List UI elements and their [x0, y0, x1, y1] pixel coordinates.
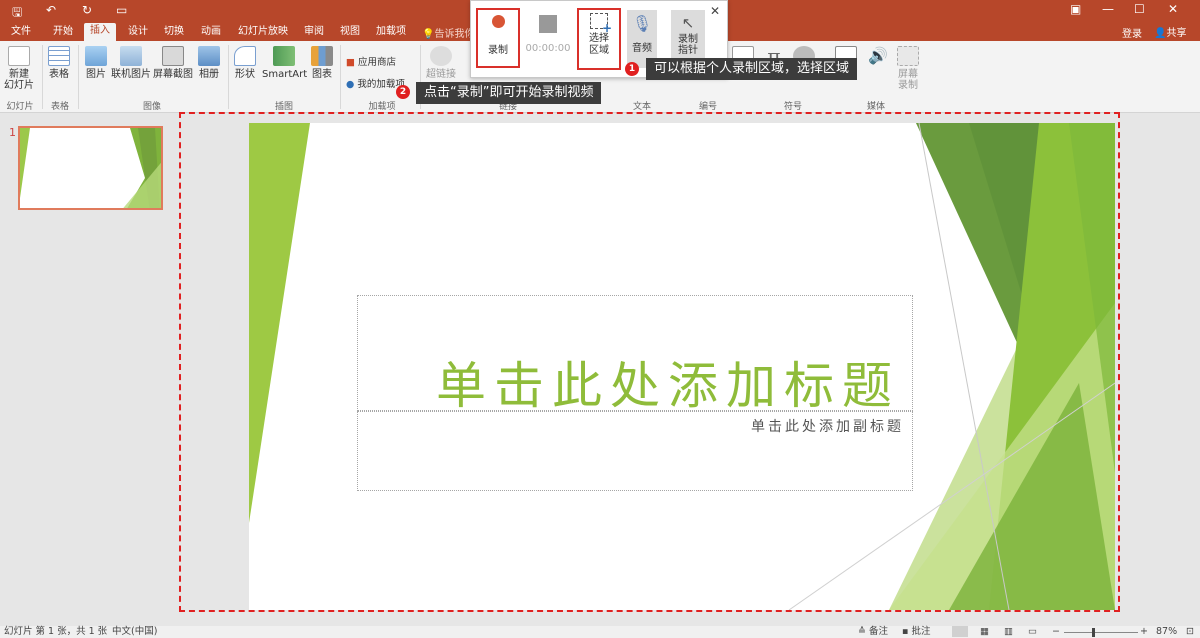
stop-button[interactable]: 00:00:00: [525, 15, 571, 54]
slide-thumbnail[interactable]: [18, 126, 163, 210]
group-symbols-label: 符号: [783, 102, 802, 112]
tab-slideshow[interactable]: 幻灯片放映: [232, 24, 294, 41]
slideshow-view-icon[interactable]: ▭: [1028, 626, 1037, 638]
step-1-callout: 可以根据个人录制区域，选择区域: [646, 58, 858, 80]
group-illustrations-label: 插图: [274, 102, 293, 112]
group-slides-label: 幻灯片: [6, 102, 34, 112]
album-button[interactable]: 相册: [196, 46, 222, 80]
tab-home[interactable]: 开始: [47, 24, 79, 41]
new-slide-button[interactable]: 新建 幻灯片: [4, 46, 34, 91]
record-timer: 00:00:00: [525, 43, 571, 54]
online-picture-icon: [120, 46, 142, 66]
notes-icon: ≙: [858, 626, 866, 637]
normal-view-icon[interactable]: [952, 626, 968, 637]
lightbulb-icon: 💡: [422, 29, 435, 40]
record-dot-icon: [491, 15, 505, 28]
album-icon: [198, 46, 220, 66]
tab-addins[interactable]: 加载项: [370, 24, 412, 41]
comments-icon: ▪: [902, 626, 909, 637]
table-button[interactable]: 表格: [46, 46, 72, 80]
thumbnail-graphic: [20, 128, 161, 208]
close-icon[interactable]: ✕: [1168, 2, 1178, 16]
hyperlink-button[interactable]: 超链接: [424, 46, 458, 80]
select-area-button[interactable]: + 选择 区域: [581, 13, 617, 57]
step-2-badge: 2: [396, 85, 410, 99]
addins-icon: ●: [346, 79, 355, 90]
tab-design[interactable]: 设计: [122, 24, 154, 41]
start-slideshow-icon[interactable]: ▭: [116, 3, 127, 17]
audio-button[interactable]: 🔊: [866, 46, 890, 69]
group-tables-label: 表格: [50, 102, 69, 112]
screenshot-button[interactable]: 屏幕截图: [153, 46, 193, 80]
zoom-out-icon[interactable]: −: [1052, 626, 1060, 638]
notes-button[interactable]: ≙ 备注: [858, 626, 888, 638]
tab-view[interactable]: 视图: [334, 24, 366, 41]
table-icon: [48, 46, 70, 66]
store-button[interactable]: ■ 应用商店: [346, 54, 396, 68]
screen-record-button[interactable]: 屏幕 录制: [894, 46, 922, 91]
tab-transitions[interactable]: 切换: [158, 24, 190, 41]
smartart-button[interactable]: SmartArt: [262, 46, 307, 80]
reading-view-icon[interactable]: ▥: [1004, 626, 1013, 638]
zoom-slider-thumb[interactable]: [1092, 628, 1095, 637]
screen-record-icon: [897, 46, 919, 66]
shapes-icon: [234, 46, 256, 66]
store-icon: ■: [346, 57, 355, 68]
shapes-button[interactable]: 形状: [232, 46, 258, 80]
chart-button[interactable]: 图表: [309, 46, 335, 80]
stop-icon: [539, 15, 557, 33]
zoom-level[interactable]: 87%: [1156, 626, 1177, 638]
zoom-in-icon[interactable]: +: [1140, 626, 1148, 638]
chart-icon: [311, 46, 333, 66]
share-button[interactable]: 👤共享: [1150, 24, 1190, 39]
step-1-badge: 1: [625, 62, 639, 76]
fit-slide-icon[interactable]: ⊡: [1186, 626, 1194, 638]
status-bar: 幻灯片 第 1 张，共 1 张 中文(中国) ≙ 备注 ▪ 批注 ▦ ▥ ▭ −…: [0, 626, 1200, 638]
slide-count-status: 幻灯片 第 1 张，共 1 张: [4, 626, 108, 637]
redo-icon[interactable]: ↻: [82, 3, 92, 17]
group-numbering-label: 编号: [698, 102, 717, 112]
online-picture-button[interactable]: 联机图片: [111, 46, 151, 80]
slide-sorter-icon[interactable]: ▦: [980, 626, 989, 638]
person-icon: 👤: [1154, 28, 1167, 39]
microphone-icon: 🎙: [631, 14, 653, 33]
screenshot-icon: [162, 46, 184, 66]
tab-insert[interactable]: 插入: [84, 23, 116, 41]
login-link[interactable]: 登录: [1122, 25, 1142, 40]
tell-me-search[interactable]: 💡告诉我你: [422, 25, 474, 40]
group-text-label: 文本: [632, 102, 651, 112]
group-images-label: 图像: [142, 102, 161, 112]
select-area-icon: +: [590, 13, 612, 35]
new-slide-icon: [8, 46, 30, 66]
minimize-icon[interactable]: —: [1102, 2, 1114, 16]
tab-animations[interactable]: 动画: [195, 24, 227, 41]
save-icon[interactable]: 🖫: [12, 3, 22, 24]
group-addins-label: 加载项: [368, 102, 396, 112]
ribbon-display-icon[interactable]: ▣: [1070, 2, 1081, 16]
speaker-icon: 🔊: [868, 46, 888, 65]
slide-number: 1: [9, 126, 16, 139]
picture-button[interactable]: 图片: [83, 46, 109, 80]
pointer-icon: ↖: [681, 14, 695, 32]
tab-file[interactable]: 文件: [5, 24, 37, 41]
tab-review[interactable]: 审阅: [298, 24, 330, 41]
language-status[interactable]: 中文(中国): [112, 626, 157, 638]
record-button[interactable]: 录制: [480, 15, 516, 56]
recording-area-selection[interactable]: [179, 112, 1120, 612]
group-media-label: 媒体: [866, 102, 885, 112]
comments-button[interactable]: ▪ 批注: [902, 626, 931, 638]
undo-icon[interactable]: ↶: [46, 3, 56, 17]
step-2-callout: 点击“录制”即可开始录制视频: [416, 82, 602, 104]
globe-icon: [430, 46, 452, 66]
close-recorder-icon[interactable]: ✕: [710, 4, 720, 18]
zoom-slider[interactable]: [1064, 632, 1138, 633]
smartart-icon: [273, 46, 295, 66]
picture-icon: [85, 46, 107, 66]
maximize-icon[interactable]: ☐: [1134, 2, 1145, 16]
